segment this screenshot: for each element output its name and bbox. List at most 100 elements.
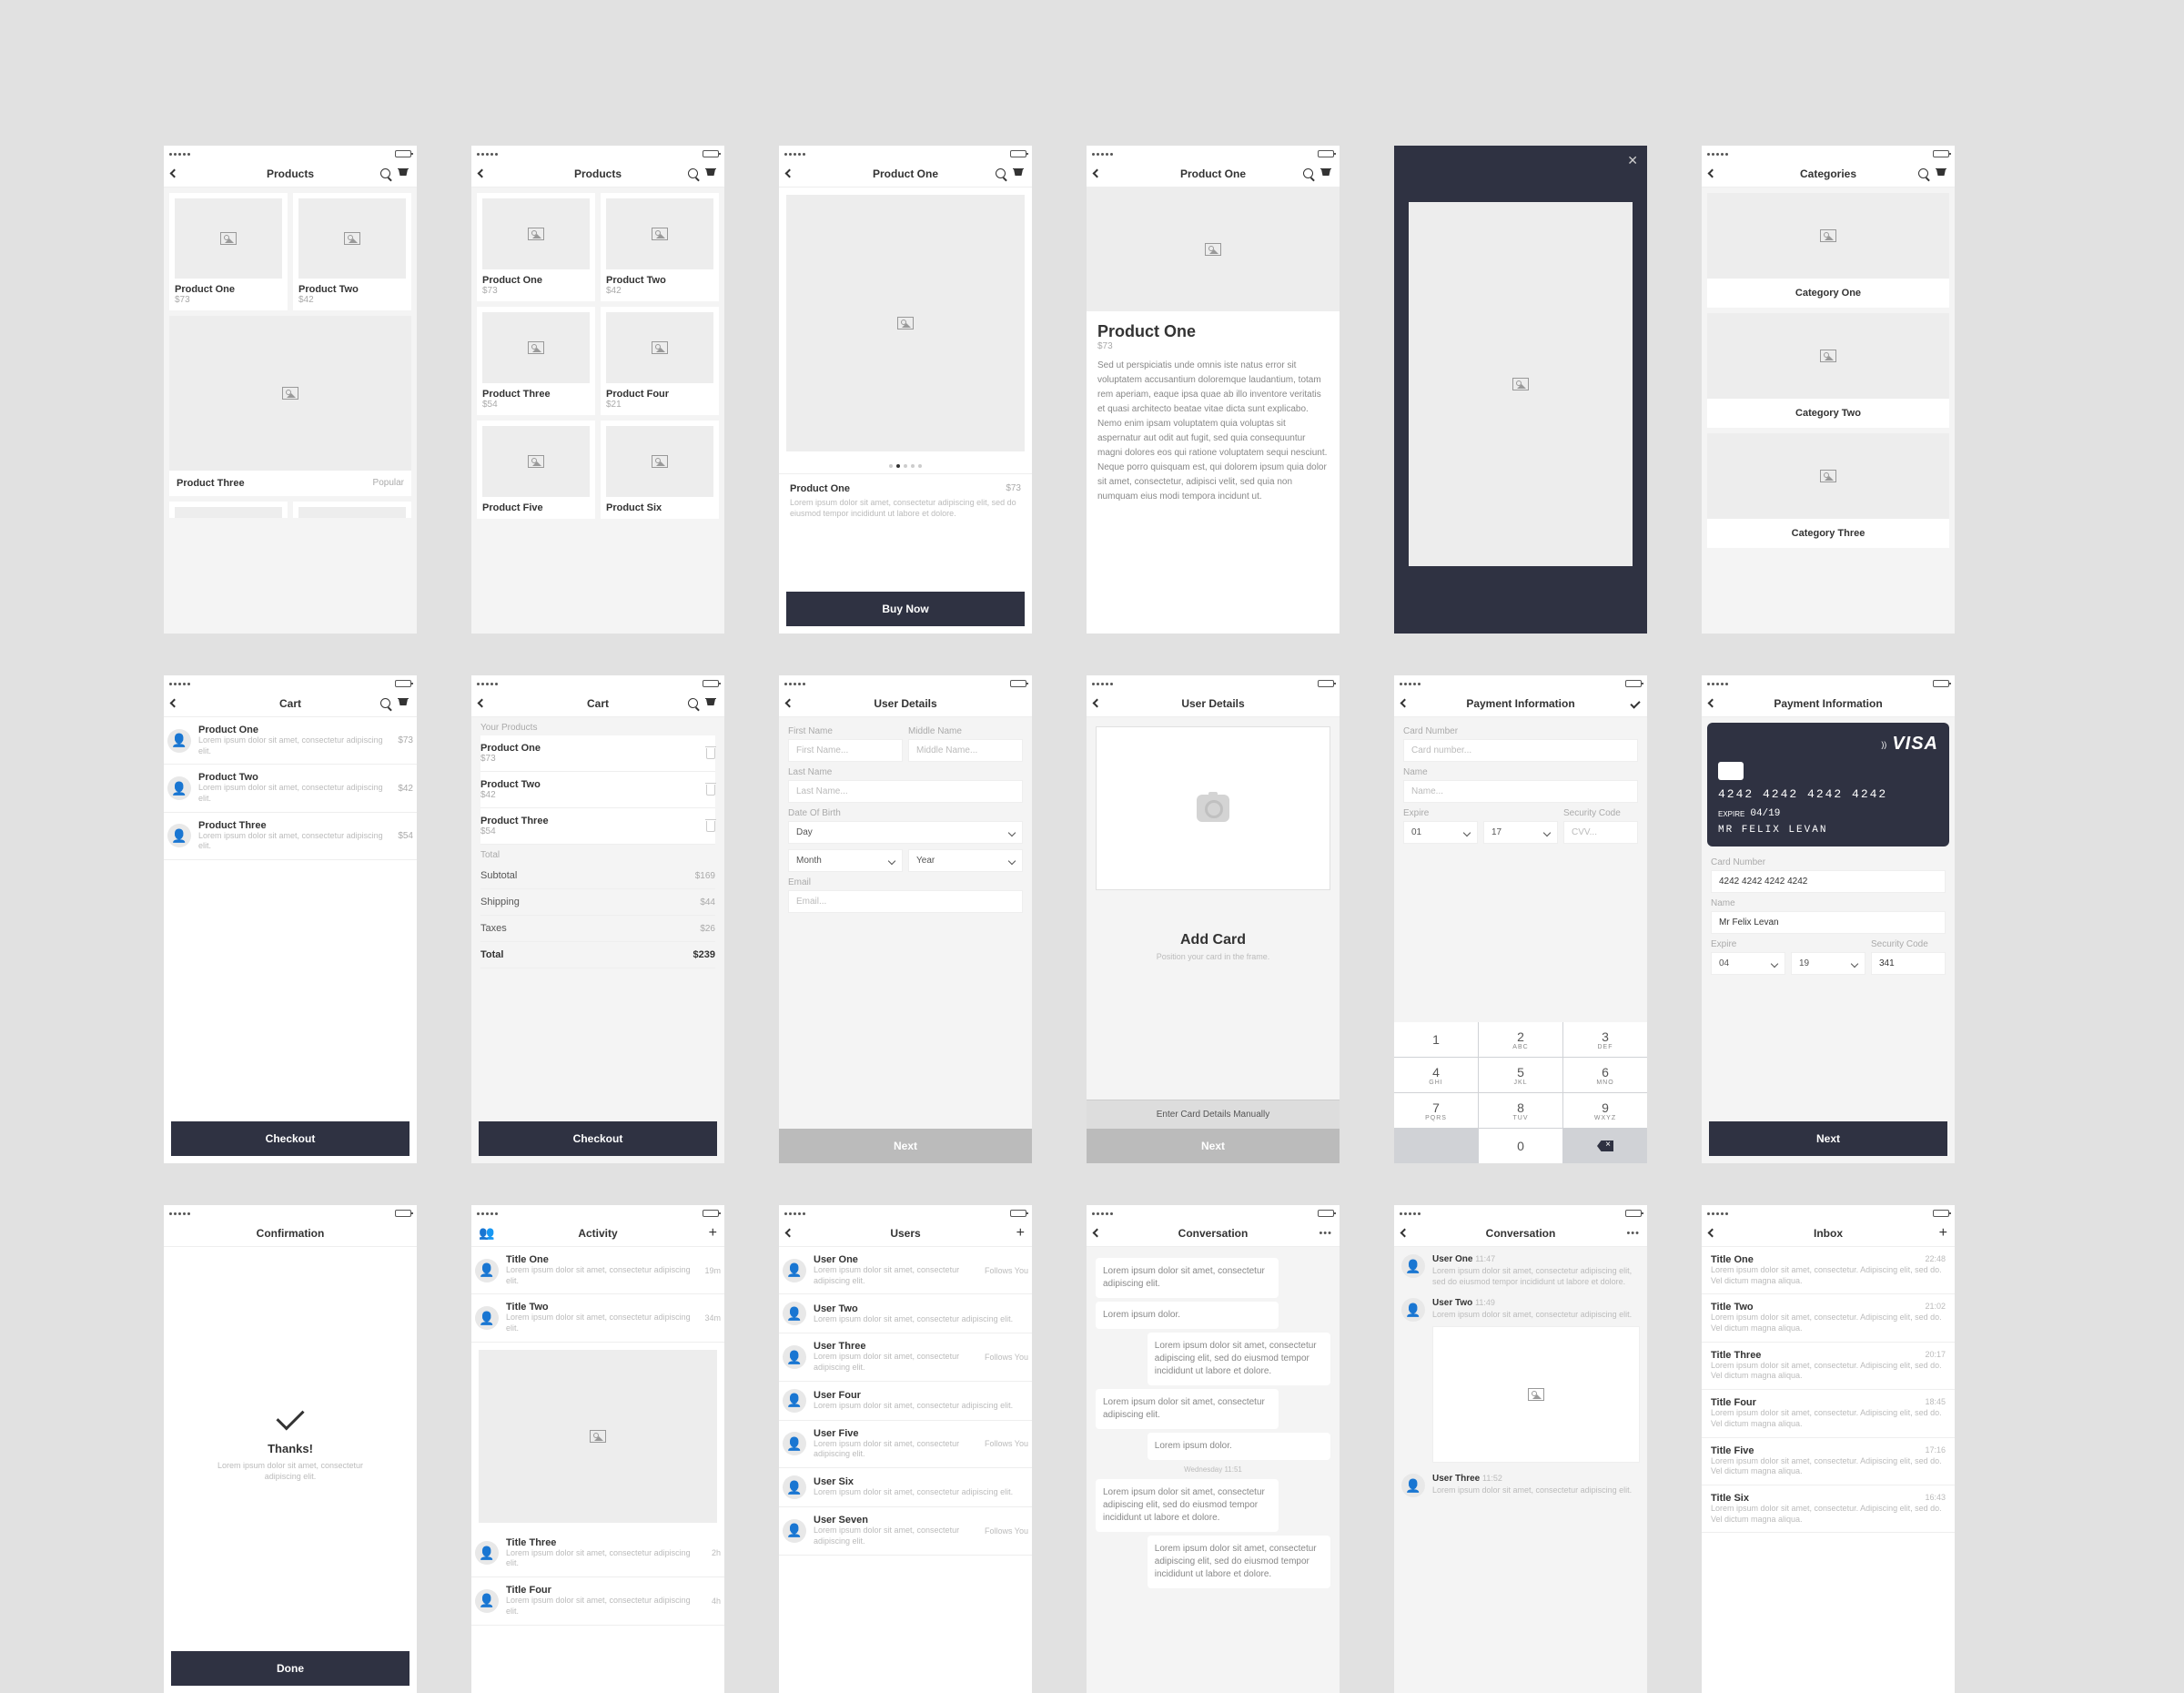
key-6[interactable]: 6MNO [1563, 1058, 1647, 1092]
inbox-row[interactable]: Title Three20:17Lorem ipsum dolor sit am… [1702, 1343, 1955, 1390]
email-input[interactable]: Email... [788, 890, 1023, 913]
key-7[interactable]: 7PQRS [1394, 1093, 1478, 1128]
product-tile-large[interactable]: Product Three Popular [169, 316, 411, 496]
back-icon[interactable] [1708, 1229, 1717, 1238]
product-tile[interactable]: Product One$73 [477, 193, 595, 301]
back-icon[interactable] [1400, 699, 1410, 708]
expire-year-select[interactable]: 17 [1483, 821, 1558, 844]
search-icon[interactable] [688, 698, 698, 708]
next-button[interactable]: Next [779, 1129, 1032, 1163]
message-row[interactable]: 👤 User Three 11:52Lorem ipsum dolor sit … [1401, 1474, 1640, 1497]
cvv-input[interactable]: CVV... [1563, 821, 1638, 844]
plus-icon[interactable]: + [1016, 1225, 1025, 1242]
people-icon[interactable]: 👥 [479, 1225, 494, 1241]
inbox-row[interactable]: Title Five17:16Lorem ipsum dolor sit ame… [1702, 1438, 1955, 1485]
product-tile[interactable]: Product Five [477, 421, 595, 519]
back-icon[interactable] [170, 169, 179, 178]
message-right[interactable]: Lorem ipsum dolor sit amet, consectetur … [1148, 1333, 1330, 1385]
last-name-input[interactable]: Last Name... [788, 780, 1023, 803]
user-row[interactable]: 👤User ThreeLorem ipsum dolor sit amet, c… [779, 1333, 1032, 1381]
cart-icon[interactable] [398, 698, 410, 708]
cart-row[interactable]: 👤Product ThreeLorem ipsum dolor sit amet… [164, 813, 417, 860]
user-row[interactable]: 👤User SevenLorem ipsum dolor sit amet, c… [779, 1507, 1032, 1555]
key-8[interactable]: 8TUV [1479, 1093, 1562, 1128]
cart-row[interactable]: Product Two$42 [480, 772, 715, 808]
back-icon[interactable] [785, 169, 794, 178]
inbox-row[interactable]: Title Two21:02Lorem ipsum dolor sit amet… [1702, 1294, 1955, 1342]
search-icon[interactable] [380, 168, 390, 178]
cart-icon[interactable] [1013, 168, 1025, 178]
day-select[interactable]: Day [788, 821, 1023, 844]
first-name-input[interactable]: First Name... [788, 739, 903, 762]
key-3[interactable]: 3DEF [1563, 1022, 1647, 1057]
cart-row[interactable]: Product Three$54 [480, 808, 715, 845]
close-icon[interactable]: ✕ [1627, 153, 1638, 164]
back-icon[interactable] [1093, 169, 1102, 178]
message-left[interactable]: Lorem ipsum dolor sit amet, consectetur … [1096, 1258, 1279, 1298]
product-image[interactable] [786, 195, 1025, 451]
user-row[interactable]: 👤User OneLorem ipsum dolor sit amet, con… [779, 1247, 1032, 1294]
checkout-button[interactable]: Checkout [171, 1121, 410, 1156]
category-tile[interactable]: Category Two [1707, 313, 1949, 428]
cart-row[interactable]: 👤Product TwoLorem ipsum dolor sit amet, … [164, 765, 417, 812]
carousel-dots[interactable] [779, 459, 1032, 473]
cart-icon[interactable] [705, 168, 717, 178]
category-tile[interactable]: Category Three [1707, 433, 1949, 548]
user-row[interactable]: 👤User FiveLorem ipsum dolor sit amet, co… [779, 1421, 1032, 1468]
message-image[interactable] [1432, 1326, 1640, 1463]
message-row[interactable]: 👤 User Two 11:49 Lorem ipsum dolor sit a… [1401, 1298, 1640, 1463]
cart-icon[interactable] [1936, 168, 1947, 178]
message-left[interactable]: Lorem ipsum dolor. [1096, 1302, 1279, 1329]
user-row[interactable]: 👤User SixLorem ipsum dolor sit amet, con… [779, 1468, 1032, 1507]
done-button[interactable]: Done [171, 1651, 410, 1686]
key-0[interactable]: 0 [1479, 1129, 1562, 1163]
product-tile[interactable]: Product Two $42 [293, 193, 411, 310]
check-icon[interactable] [1630, 698, 1640, 708]
back-icon[interactable] [1708, 699, 1717, 708]
cart-row[interactable]: Product One$73 [480, 735, 715, 772]
back-icon[interactable] [1093, 1229, 1102, 1238]
product-tile[interactable] [169, 502, 288, 518]
product-tile[interactable]: Product Four$21 [601, 307, 719, 415]
cart-icon[interactable] [705, 698, 717, 708]
more-icon[interactable]: ••• [1319, 1228, 1332, 1239]
message-left[interactable]: Lorem ipsum dolor sit amet, consectetur … [1096, 1479, 1279, 1532]
back-icon[interactable] [478, 169, 487, 178]
activity-row[interactable]: 👤Title OneLorem ipsum dolor sit amet, co… [471, 1247, 724, 1294]
user-row[interactable]: 👤User TwoLorem ipsum dolor sit amet, con… [779, 1294, 1032, 1333]
trash-icon[interactable] [706, 821, 715, 832]
category-tile[interactable]: Category One [1707, 193, 1949, 308]
year-select[interactable]: Year [908, 849, 1023, 872]
cvv-input[interactable]: 341 [1871, 952, 1946, 975]
expire-month-select[interactable]: 01 [1403, 821, 1478, 844]
inbox-row[interactable]: Title Six16:43Lorem ipsum dolor sit amet… [1702, 1485, 1955, 1533]
search-icon[interactable] [380, 698, 390, 708]
search-icon[interactable] [996, 168, 1006, 178]
message-row[interactable]: 👤 User One 11:47Lorem ipsum dolor sit am… [1401, 1254, 1640, 1287]
message-right[interactable]: Lorem ipsum dolor. [1148, 1433, 1330, 1460]
search-icon[interactable] [1303, 168, 1313, 178]
key-1[interactable]: 1 [1394, 1022, 1478, 1057]
product-tile[interactable]: Product One $73 [169, 193, 288, 310]
search-icon[interactable] [688, 168, 698, 178]
card-number-input[interactable]: Card number... [1403, 739, 1638, 762]
plus-icon[interactable]: + [709, 1225, 717, 1242]
cart-row[interactable]: 👤Product OneLorem ipsum dolor sit amet, … [164, 717, 417, 765]
trash-icon[interactable] [706, 785, 715, 796]
checkout-button[interactable]: Checkout [479, 1121, 717, 1156]
trash-icon[interactable] [706, 748, 715, 759]
cart-icon[interactable] [1320, 168, 1332, 178]
activity-row[interactable]: 👤Title ThreeLorem ipsum dolor sit amet, … [471, 1530, 724, 1577]
back-icon[interactable] [1400, 1229, 1410, 1238]
card-name-input[interactable]: Mr Felix Levan [1711, 911, 1946, 934]
product-tile[interactable] [293, 502, 411, 518]
back-icon[interactable] [785, 1229, 794, 1238]
back-icon[interactable] [478, 699, 487, 708]
user-row[interactable]: 👤User FourLorem ipsum dolor sit amet, co… [779, 1382, 1032, 1421]
cart-icon[interactable] [398, 168, 410, 178]
product-image[interactable] [1087, 188, 1340, 311]
enter-manually-button[interactable]: Enter Card Details Manually [1087, 1100, 1340, 1129]
key-9[interactable]: 9WXYZ [1563, 1093, 1647, 1128]
buy-now-button[interactable]: Buy Now [786, 592, 1025, 626]
inbox-row[interactable]: Title Four18:45Lorem ipsum dolor sit ame… [1702, 1390, 1955, 1437]
